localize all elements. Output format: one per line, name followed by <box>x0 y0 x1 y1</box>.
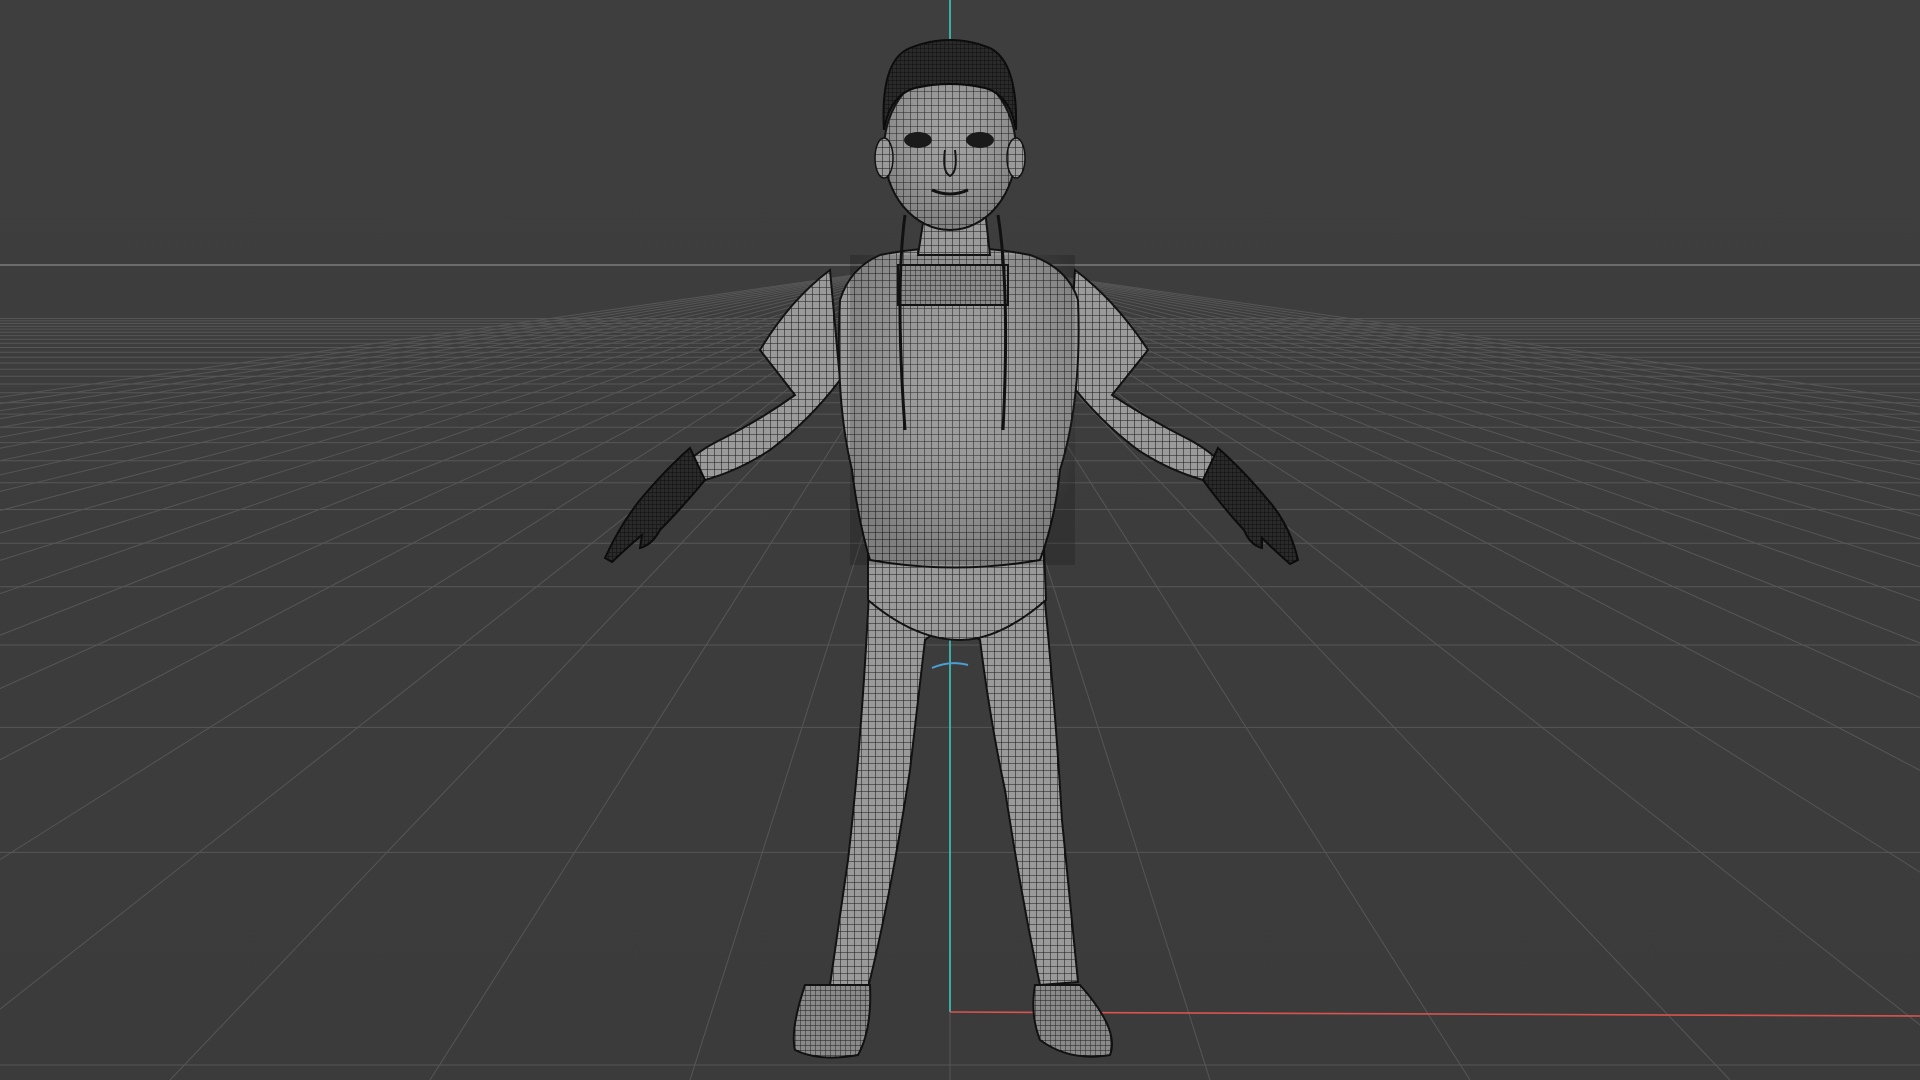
right-eye <box>966 132 994 148</box>
collar-strap <box>897 264 1009 306</box>
left-eye <box>904 132 932 148</box>
right-shoe <box>1032 984 1113 1058</box>
grid-line <box>0 264 927 412</box>
right-ear <box>1006 137 1026 179</box>
left-leg <box>828 569 940 990</box>
left-arm <box>688 268 842 482</box>
grid-line <box>0 264 924 398</box>
left-ear <box>874 137 894 179</box>
character-mesh[interactable] <box>603 39 1300 1059</box>
right-hand <box>1201 446 1300 566</box>
left-shoe <box>792 984 872 1059</box>
left-hand <box>603 446 707 564</box>
grid-line <box>0 264 925 405</box>
viewport-canvas[interactable] <box>0 0 1920 1080</box>
3d-viewport[interactable] <box>0 0 1920 1080</box>
